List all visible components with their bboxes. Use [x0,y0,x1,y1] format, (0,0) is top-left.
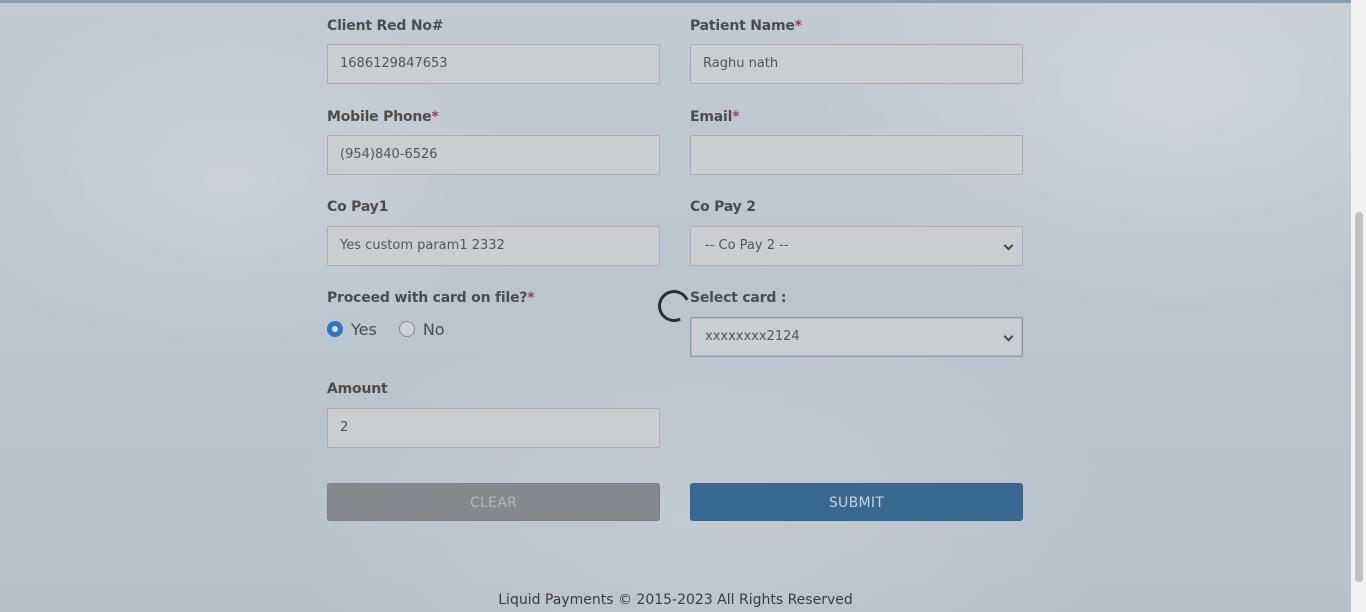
scrollbar-thumb[interactable] [1355,212,1363,582]
footer-copyright: Liquid Payments © 2015-2023 All Rights R… [498,592,853,608]
vertical-scrollbar[interactable] [1351,0,1366,612]
